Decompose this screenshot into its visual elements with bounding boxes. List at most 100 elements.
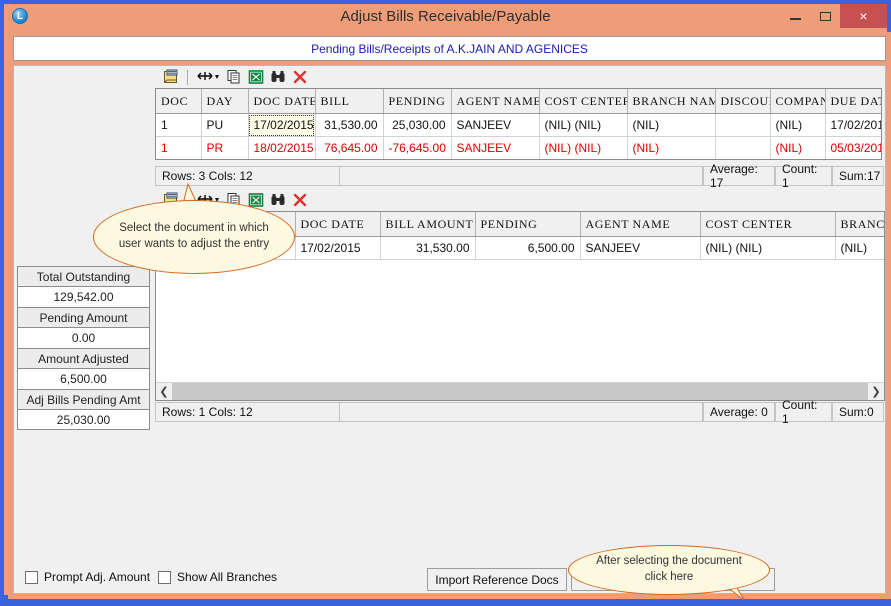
- pending-amount-value: 0.00: [17, 327, 150, 348]
- total-outstanding-value: 129,542.00: [17, 286, 150, 307]
- scroll-track[interactable]: [172, 383, 868, 400]
- column-header-agent-name[interactable]: AGENT NAME: [451, 89, 540, 114]
- bottom-grid-toolbar: [155, 189, 885, 211]
- callout-select-document-text: Select the document in which user wants …: [118, 222, 270, 250]
- close-button[interactable]: ×: [840, 4, 887, 28]
- callout-select-document: Select the document in which user wants …: [93, 200, 295, 274]
- callout-adjust-entry-text: After selecting the document click here: [596, 555, 742, 583]
- cell-discoun[interactable]: [715, 136, 771, 159]
- bottom-grid-statusbar: Rows: 1 Cols: 12 Average: 0 Count: 1 Sum…: [155, 398, 884, 426]
- column-header-pending[interactable]: PENDING: [475, 212, 581, 237]
- column-header-bill-amount[interactable]: BILL AMOUNT: [380, 212, 476, 237]
- cell-company[interactable]: (NIL): [770, 113, 826, 137]
- notes-icon[interactable]: [162, 69, 179, 86]
- cell-agent-name[interactable]: SANJEEV: [451, 136, 540, 159]
- maximize-button[interactable]: [810, 4, 840, 28]
- cell-doc[interactable]: 1: [156, 113, 202, 137]
- cell-agent-name[interactable]: SANJEEV: [580, 236, 701, 260]
- delete-x-icon[interactable]: [291, 69, 308, 86]
- cell-bill-amount[interactable]: 31,530.00: [380, 236, 476, 260]
- cell-cost-center[interactable]: (NIL) (NIL): [539, 136, 628, 159]
- column-header-doc-date[interactable]: DOC DATE: [248, 89, 316, 114]
- chevron-right-icon[interactable]: ❯: [868, 383, 884, 400]
- cell-doc[interactable]: 41: [156, 160, 201, 161]
- cell-due-date[interactable]: 12/03/2015: [825, 160, 881, 161]
- show-all-branches-checkbox[interactable]: Show All Branches: [158, 570, 277, 584]
- find-binoculars-icon[interactable]: [269, 192, 286, 209]
- autofit-columns-icon[interactable]: [196, 69, 220, 86]
- column-header-pending[interactable]: PENDING: [383, 89, 452, 114]
- cell-pending[interactable]: -76,645.00: [383, 136, 452, 159]
- cell-doc-date[interactable]: 17/02/2015: [248, 113, 316, 137]
- cell-branch-name[interactable]: (NIL): [627, 136, 716, 159]
- prompt-adj-amount-checkbox[interactable]: Prompt Adj. Amount: [25, 570, 150, 584]
- column-header-branch-name[interactable]: BRANCH NAME: [627, 89, 716, 114]
- cell-agent-name[interactable]: SANJEEV: [451, 113, 540, 137]
- import-reference-docs-button[interactable]: Import Reference Docs: [427, 568, 567, 591]
- column-header-cost-center[interactable]: COST CENTER: [539, 89, 628, 114]
- column-header-doc-date[interactable]: DOC DATE: [295, 212, 381, 237]
- minimize-button[interactable]: [780, 4, 810, 28]
- column-header-bill[interactable]: BILL: [315, 89, 384, 114]
- cell-doc[interactable]: 1: [156, 136, 202, 159]
- export-excel-icon[interactable]: [247, 69, 264, 86]
- cell-due-date[interactable]: 05/03/2015: [825, 136, 881, 159]
- app-logo-icon: L: [12, 8, 28, 24]
- cell-branch-name[interactable]: (NIL): [835, 236, 884, 260]
- window-title: Adjust Bills Receivable/Payable: [340, 7, 551, 25]
- cell-branch-name[interactable]: (NIL): [627, 160, 715, 161]
- column-header-branch-name[interactable]: BRANCH NAME: [835, 212, 884, 237]
- bottom-status-spacer: [340, 402, 703, 422]
- bottom-rows-cols: Rows: 1 Cols: 12: [155, 402, 340, 422]
- copy-icon[interactable]: [225, 69, 242, 86]
- column-header-cost-center[interactable]: COST CENTER: [700, 212, 836, 237]
- table-row[interactable]: 1 PR 18/02/2015 76,645.00 -76,645.00 SANJEEV(…: [156, 136, 881, 159]
- cell-cost-center[interactable]: (NIL) (NIL): [700, 236, 836, 260]
- cell-agent-name[interactable]: SANJEEV: [451, 160, 539, 161]
- column-header-company[interactable]: COMPANY: [770, 89, 826, 114]
- totals-side-panel: Total Outstanding 129,542.00 Pending Amo…: [14, 66, 154, 563]
- adj-bills-pending-amt-label: Adj Bills Pending Amt: [17, 389, 150, 409]
- chevron-left-icon[interactable]: ❮: [156, 383, 172, 400]
- horizontal-scrollbar[interactable]: ❮ ❯: [156, 382, 884, 400]
- column-header-discoun[interactable]: DISCOUN: [715, 89, 771, 114]
- cell-doc-date[interactable]: 17/02/2015: [295, 236, 381, 260]
- column-header-agent-name[interactable]: AGENT NAME: [580, 212, 701, 237]
- cell-company[interactable]: (NIL): [770, 160, 825, 161]
- delete-x-icon[interactable]: [291, 192, 308, 209]
- cell-bill[interactable]: 31,530.00: [315, 113, 384, 137]
- cell-company[interactable]: (NIL): [770, 136, 826, 159]
- checkbox-icon: [158, 570, 171, 584]
- table-row[interactable]: 41PU20/02/201521,367.0021,367.00SANJEEV(…: [156, 160, 881, 161]
- cell-branch-name[interactable]: (NIL): [627, 113, 716, 137]
- show-all-branches-label: Show All Branches: [177, 570, 278, 584]
- column-header-doc[interactable]: DOC: [156, 89, 202, 114]
- table-row[interactable]: 1 PU 17/02/2015 31,530.00 25,030.00 SANJEEV (N…: [156, 113, 881, 137]
- cell-cost-center[interactable]: (NIL) (NIL): [539, 160, 627, 161]
- cell-bill[interactable]: 76,645.00: [315, 136, 384, 159]
- pending-bills-header-text: Pending Bills/Receipts of A.K.JAIN AND A…: [311, 41, 588, 56]
- window-controls: ×: [780, 4, 887, 28]
- minimize-icon: [789, 18, 801, 20]
- cell-day[interactable]: PU: [201, 113, 249, 137]
- cell-day[interactable]: PU: [201, 160, 248, 161]
- cell-cost-center[interactable]: (NIL) (NIL): [539, 113, 628, 137]
- column-header-due-date[interactable]: DUE DATE: [825, 89, 881, 114]
- top-count: Count: 1: [775, 162, 832, 190]
- cell-due-date[interactable]: 17/02/2015: [825, 113, 881, 137]
- cell-pending[interactable]: 21,367.00: [383, 160, 451, 161]
- pending-bills-grid[interactable]: DOC DAY DOC DATE BILL PENDING AGENT NAME COST …: [155, 88, 882, 160]
- cell-discoun[interactable]: [715, 160, 770, 161]
- cell-discoun[interactable]: [715, 113, 771, 137]
- column-header-day[interactable]: DAY: [201, 89, 249, 114]
- application-window: L Adjust Bills Receivable/Payable × Pend…: [0, 0, 891, 601]
- main-body: Total Outstanding 129,542.00 Pending Amo…: [13, 65, 886, 594]
- callout-adjust-entry: After selecting the document click here: [568, 545, 770, 595]
- cell-doc-date[interactable]: 20/02/2015: [248, 160, 315, 161]
- find-binoculars-icon[interactable]: [269, 69, 286, 86]
- cell-pending[interactable]: 25,030.00: [383, 113, 452, 137]
- cell-day[interactable]: PR: [201, 136, 249, 159]
- cell-bill[interactable]: 21,367.00: [315, 160, 383, 161]
- cell-pending[interactable]: 6,500.00: [475, 236, 581, 260]
- cell-doc-date[interactable]: 18/02/2015: [248, 136, 316, 159]
